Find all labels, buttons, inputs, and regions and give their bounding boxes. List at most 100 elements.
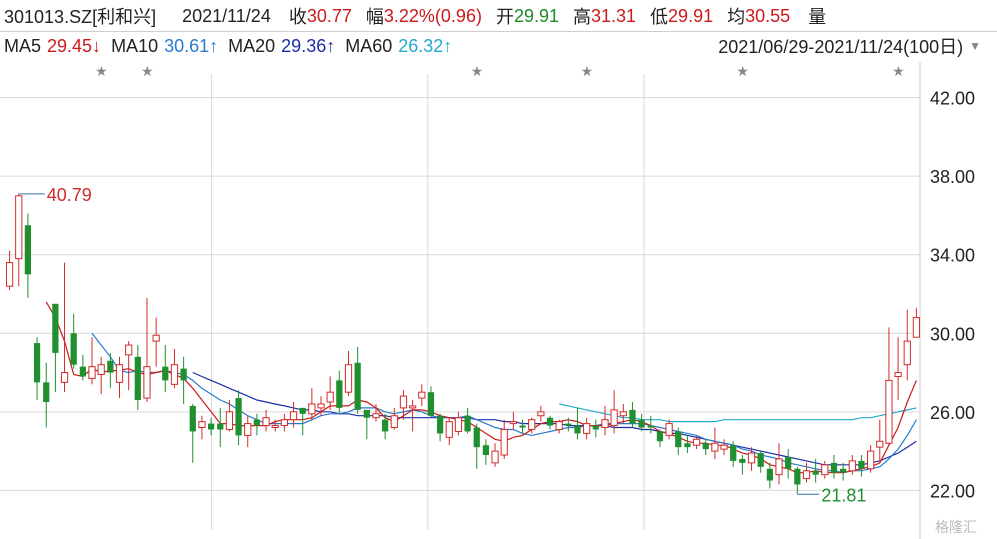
ma5-value: 29.45↓ bbox=[47, 35, 102, 56]
candle-body bbox=[280, 419, 288, 427]
candle-body bbox=[418, 391, 426, 399]
candle-body bbox=[262, 417, 270, 427]
candle-body bbox=[574, 425, 581, 434]
candle-body bbox=[821, 464, 829, 476]
candle-body bbox=[509, 421, 517, 425]
candle-body bbox=[24, 225, 32, 275]
candle-body bbox=[894, 372, 902, 377]
candle-body bbox=[390, 415, 398, 429]
candle-body bbox=[684, 443, 691, 448]
candle-body bbox=[235, 398, 242, 436]
change-value: 3.22%(0.96) bbox=[383, 5, 482, 26]
candle-body bbox=[903, 340, 911, 366]
watermark-logo: 格隆汇 bbox=[935, 520, 977, 536]
max-price-label: 40.79 bbox=[47, 185, 92, 205]
candle-body bbox=[454, 417, 463, 432]
ma20-value: 29.36↑ bbox=[281, 35, 336, 56]
candle-body bbox=[88, 366, 96, 379]
candle-body bbox=[848, 460, 856, 472]
candle-body bbox=[79, 366, 86, 377]
open-label: 开 bbox=[495, 7, 514, 27]
candle-body bbox=[482, 445, 490, 456]
candle-body bbox=[409, 405, 417, 409]
high-value: 31.31 bbox=[591, 5, 637, 26]
candle-body bbox=[885, 379, 893, 444]
candle-body bbox=[757, 453, 764, 467]
y-tick-label: 42.00 bbox=[930, 89, 975, 109]
star-marker: ★ bbox=[581, 63, 594, 79]
candle-body bbox=[354, 362, 361, 410]
close-value: 30.77 bbox=[306, 5, 352, 26]
candle-body bbox=[225, 411, 234, 430]
close-label: 收 bbox=[288, 7, 307, 27]
candle-body bbox=[876, 440, 884, 448]
candle-body bbox=[43, 382, 50, 402]
candle-body bbox=[675, 431, 682, 448]
candle-body bbox=[665, 423, 673, 436]
stock-code-name: 301013.SZ[利和兴] bbox=[4, 7, 157, 27]
candle-body bbox=[344, 364, 353, 393]
candle-body bbox=[372, 413, 380, 419]
candlestick-chart: 42.00 38.00 34.00 30.00 26.00 22.00 ★ ★ ★ ★ ★ ★ 40.7… bbox=[0, 62, 977, 539]
candle-body bbox=[546, 417, 554, 426]
candle-body bbox=[601, 419, 609, 429]
candle-body bbox=[382, 419, 389, 432]
low-value: 29.91 bbox=[668, 5, 714, 26]
candle-body bbox=[244, 423, 252, 436]
star-marker: ★ bbox=[471, 63, 484, 79]
candle-body bbox=[647, 425, 654, 428]
candle-body bbox=[427, 392, 435, 416]
candle-body bbox=[180, 368, 187, 381]
quote-date: 2021/11/24 bbox=[182, 5, 271, 26]
candle-body bbox=[97, 364, 105, 376]
quote-header: 301013.SZ[利和兴] 2021/11/24 收 30.77 幅 3.22… bbox=[0, 2, 997, 30]
ma10-label: MA10 bbox=[111, 35, 159, 56]
candle-body bbox=[207, 423, 215, 430]
y-tick-label: 30.00 bbox=[930, 324, 975, 344]
candle-body bbox=[565, 423, 572, 426]
ma60-value: 26.32↑ bbox=[398, 35, 453, 56]
date-range-selector[interactable]: 2021/06/29-2021/11/24(100日) ▼ bbox=[718, 32, 981, 60]
candle-body bbox=[143, 366, 151, 399]
candle-body bbox=[519, 425, 526, 428]
candle-body bbox=[399, 395, 408, 409]
candle-body bbox=[70, 333, 77, 365]
candle-body bbox=[692, 438, 701, 446]
candle-body bbox=[271, 425, 279, 429]
candle-body bbox=[912, 317, 921, 338]
change-label: 幅 bbox=[365, 7, 384, 27]
y-tick-label: 22.00 bbox=[930, 481, 975, 501]
candle-body bbox=[747, 452, 756, 464]
candle-body bbox=[289, 411, 298, 421]
candle-body bbox=[610, 409, 618, 427]
y-tick-label: 26.00 bbox=[930, 403, 975, 423]
candle-body bbox=[436, 415, 444, 434]
candle-body bbox=[583, 423, 591, 434]
open-value: 29.91 bbox=[513, 5, 559, 26]
candle-body bbox=[152, 334, 160, 342]
y-tick-label: 34.00 bbox=[930, 246, 975, 266]
candle-body bbox=[802, 470, 811, 480]
star-marker: ★ bbox=[95, 63, 108, 79]
candle-body bbox=[766, 468, 773, 481]
avg-label: 均 bbox=[727, 7, 746, 27]
candle-body bbox=[711, 442, 719, 452]
min-price-label: 21.81 bbox=[821, 485, 866, 505]
low-label: 低 bbox=[650, 7, 669, 27]
candle-body bbox=[638, 419, 645, 428]
ma60-label: MA60 bbox=[345, 35, 393, 56]
candle-body bbox=[775, 458, 783, 476]
candle-body bbox=[629, 409, 636, 424]
triangle-down-icon[interactable]: ▼ bbox=[969, 39, 981, 53]
candle-body bbox=[134, 356, 141, 401]
volume-label: 量 bbox=[808, 7, 827, 27]
star-marker: ★ bbox=[892, 63, 905, 79]
candle-body bbox=[308, 403, 316, 415]
candle-body bbox=[326, 391, 334, 403]
candle-body bbox=[60, 372, 69, 383]
candle-body bbox=[107, 360, 114, 373]
candle-body bbox=[720, 444, 728, 450]
candle-body bbox=[830, 462, 838, 473]
candle-body bbox=[528, 419, 536, 430]
candle-body bbox=[555, 421, 563, 430]
